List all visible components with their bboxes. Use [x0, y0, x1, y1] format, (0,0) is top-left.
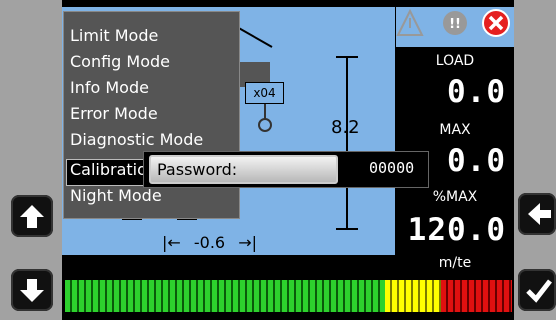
- menu-item-night-mode[interactable]: Night Mode: [70, 186, 162, 205]
- load-bar-yellow: [385, 280, 441, 312]
- password-dialog: Password: 00000: [143, 151, 429, 188]
- unit-label: m/te: [396, 252, 514, 274]
- menu-item-error-mode[interactable]: Error Mode: [70, 104, 158, 123]
- menu-item-limit-mode[interactable]: Limit Mode: [70, 26, 158, 45]
- load-bar-red: [441, 280, 512, 312]
- alert-icons-svg: !!: [396, 8, 510, 37]
- load-bar: [62, 276, 514, 316]
- height-dim-line: [346, 56, 348, 230]
- left-arrow-icon: [528, 203, 551, 225]
- load-value: 0.0: [447, 74, 506, 110]
- height-dim-bottom-tick: [336, 228, 358, 230]
- up-button[interactable]: [11, 195, 53, 237]
- checkmark-icon: [526, 279, 552, 303]
- pct-max-label: %MAX: [396, 186, 514, 208]
- menu-item-config-mode[interactable]: Config Mode: [70, 52, 170, 71]
- up-arrow-icon: [20, 205, 44, 228]
- back-button[interactable]: [518, 193, 556, 235]
- menu-item-info-mode[interactable]: Info Mode: [70, 78, 149, 97]
- load-label: LOAD: [396, 50, 514, 72]
- radius-left-arrow-icon: |←: [162, 233, 181, 252]
- alert-icons: !!: [396, 7, 514, 47]
- radius-value: -0.6: [193, 233, 226, 252]
- hook-label-box: x04: [245, 82, 284, 104]
- warning-triangle-icon: [396, 8, 424, 36]
- height-value: 8.2: [331, 117, 360, 138]
- brake-warning-icon: !!: [443, 11, 467, 35]
- max-label: MAX: [396, 119, 514, 141]
- error-x-icon: [482, 9, 510, 37]
- pct-max-value: 120.0: [407, 212, 506, 248]
- confirm-button[interactable]: [518, 269, 556, 311]
- load-bar-green: [65, 280, 385, 312]
- password-label: Password:: [157, 160, 238, 179]
- hook-label: x04: [253, 86, 276, 100]
- radius-right-arrow-icon: →|: [238, 233, 257, 252]
- password-value[interactable]: 00000: [369, 159, 414, 177]
- down-arrow-icon: [20, 279, 44, 302]
- radius-dimension: |← -0.6 →|: [162, 233, 257, 252]
- menu-item-diagnostic-mode[interactable]: Diagnostic Mode: [70, 130, 203, 149]
- max-value: 0.0: [447, 143, 506, 179]
- down-button[interactable]: [11, 269, 53, 311]
- svg-text:!!: !!: [449, 17, 461, 32]
- password-field[interactable]: Password:: [149, 155, 338, 184]
